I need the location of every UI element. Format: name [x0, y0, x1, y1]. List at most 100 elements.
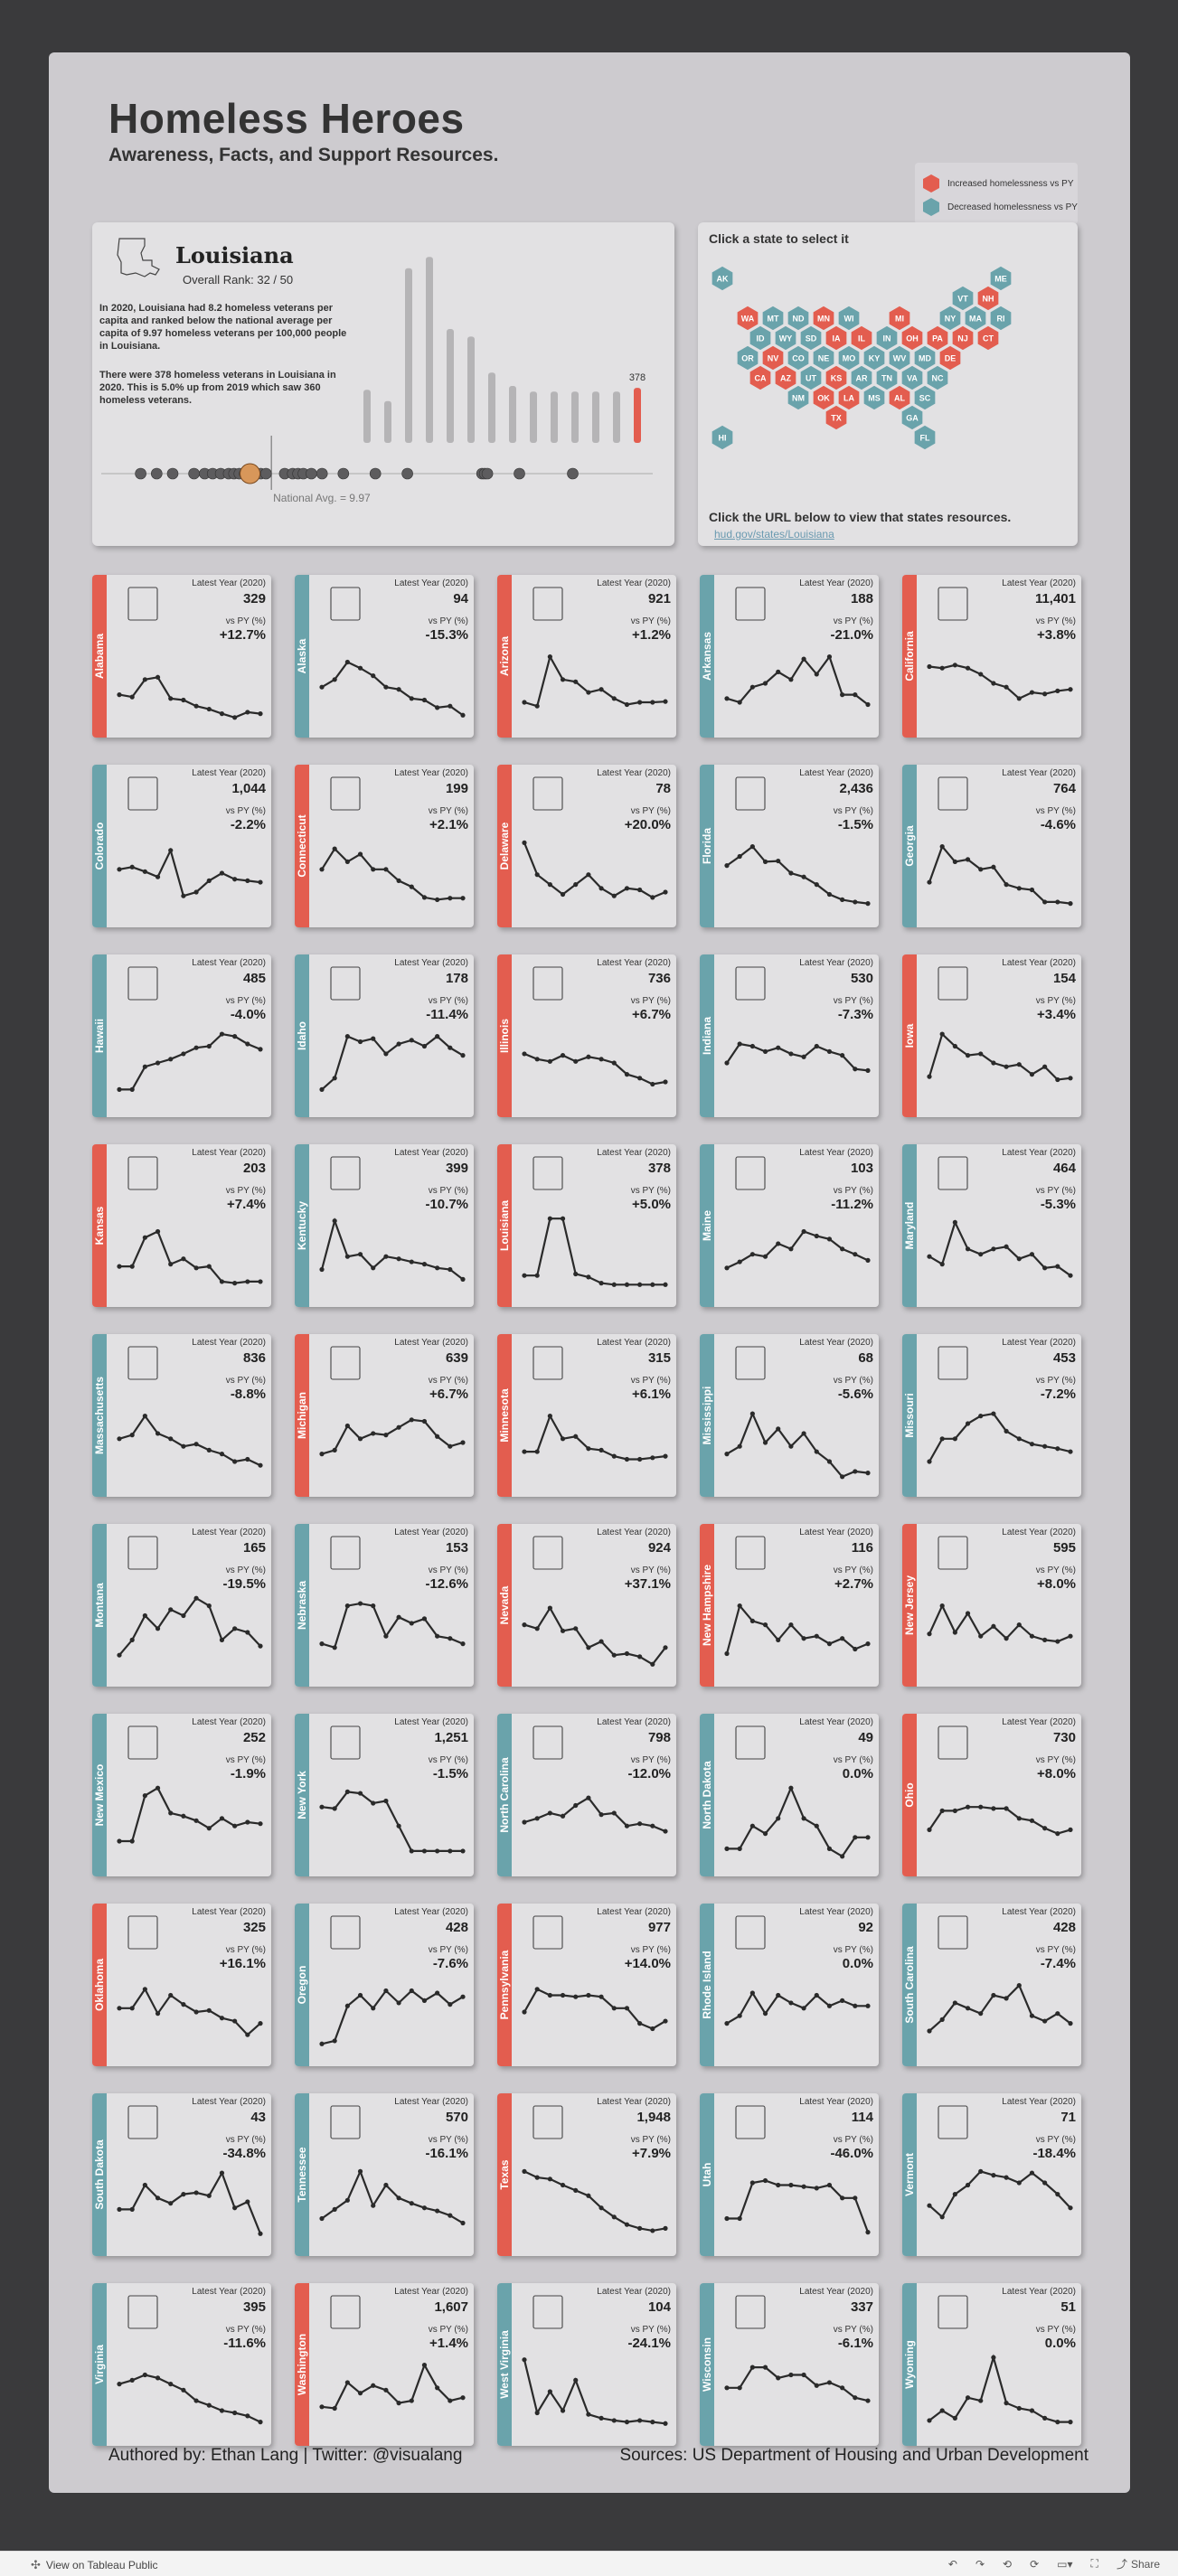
hex-state-wi[interactable]: WI: [837, 305, 861, 332]
revert-icon[interactable]: ⟲: [1003, 2558, 1012, 2571]
state-card-alabama[interactable]: Alabama Latest Year (2020) 329 vs PY (%) +12…: [92, 575, 271, 738]
state-card-massachusetts[interactable]: Massachusetts Latest Year (2020) 836 vs PY …: [92, 1334, 271, 1497]
state-rank-dot[interactable]: [337, 467, 350, 480]
hex-state-nm[interactable]: NM: [787, 384, 810, 411]
state-card-utah[interactable]: Utah Latest Year (2020) 114 vs PY (%) -46.0%: [700, 2093, 879, 2256]
state-card-minnesota[interactable]: Minnesota Latest Year (2020) 315 vs PY (%) +…: [497, 1334, 676, 1497]
redo-icon[interactable]: ↷: [975, 2558, 985, 2571]
hex-state-ky[interactable]: KY: [862, 344, 886, 371]
state-card-tennessee[interactable]: Tennessee Latest Year (2020) 570 vs PY (%) -…: [295, 2093, 474, 2256]
state-card-hawaii[interactable]: Hawaii Latest Year (2020) 485 vs PY (%) -4.0…: [92, 954, 271, 1117]
state-rank-dot[interactable]: [401, 467, 413, 480]
hex-state-va[interactable]: VA: [900, 364, 924, 391]
hex-state-sc[interactable]: SC: [913, 384, 937, 411]
state-card-north-dakota[interactable]: North Dakota Latest Year (2020) 49 vs PY (%…: [700, 1714, 879, 1876]
state-card-pennsylvania[interactable]: Pennsylvania Latest Year (2020) 977 vs PY (…: [497, 1904, 676, 2066]
state-card-california[interactable]: California Latest Year (2020) 11,401 vs PY …: [902, 575, 1081, 738]
state-card-alaska[interactable]: Alaska Latest Year (2020) 94 vs PY (%) -15.3…: [295, 575, 474, 738]
state-card-new-york[interactable]: New York Latest Year (2020) 1,251 vs PY (%)…: [295, 1714, 474, 1876]
state-rank-dot[interactable]: [188, 467, 200, 480]
hex-state-ma[interactable]: MA: [964, 305, 987, 332]
hex-state-nv[interactable]: NV: [761, 344, 785, 371]
state-card-new-jersey[interactable]: New Jersey Latest Year (2020) 595 vs PY (%)…: [902, 1524, 1081, 1687]
state-rank-dot[interactable]: [166, 467, 179, 480]
state-card-vermont[interactable]: Vermont Latest Year (2020) 71 vs PY (%) -18.…: [902, 2093, 1081, 2256]
state-card-maine[interactable]: Maine Latest Year (2020) 103 vs PY (%) -11.2…: [700, 1144, 879, 1307]
state-rank-dot[interactable]: [481, 467, 494, 480]
state-rank-dot[interactable]: [514, 467, 525, 480]
state-card-colorado[interactable]: Colorado Latest Year (2020) 1,044 vs PY (%)…: [92, 765, 271, 927]
hex-state-ct[interactable]: CT: [976, 324, 1000, 352]
hex-state-vt[interactable]: VT: [951, 285, 975, 312]
state-card-oklahoma[interactable]: Oklahoma Latest Year (2020) 325 vs PY (%) +1…: [92, 1904, 271, 2066]
device-preview-icon[interactable]: ▭▾: [1057, 2558, 1072, 2571]
state-card-indiana[interactable]: Indiana Latest Year (2020) 530 vs PY (%) -7.…: [700, 954, 879, 1117]
hex-state-az[interactable]: AZ: [774, 364, 797, 391]
hex-state-oh[interactable]: OH: [900, 324, 924, 352]
state-rank-dot[interactable]: [135, 467, 146, 480]
state-card-illinois[interactable]: Illinois Latest Year (2020) 736 vs PY (%) +6…: [497, 954, 676, 1117]
state-resources-link[interactable]: hud.gov/states/Louisiana: [714, 528, 834, 541]
hex-state-or[interactable]: OR: [736, 344, 759, 371]
hex-state-me[interactable]: ME: [989, 265, 1013, 292]
hex-state-mi[interactable]: MI: [888, 305, 911, 332]
state-card-mississippi[interactable]: Mississippi Latest Year (2020) 68 vs PY (%)…: [700, 1334, 879, 1497]
state-card-south-dakota[interactable]: South Dakota Latest Year (2020) 43 vs PY (%…: [92, 2093, 271, 2256]
state-card-louisiana[interactable]: Louisiana Latest Year (2020) 378 vs PY (%) +…: [497, 1144, 676, 1307]
state-card-texas[interactable]: Texas Latest Year (2020) 1,948 vs PY (%) +7.…: [497, 2093, 676, 2256]
state-card-arkansas[interactable]: Arkansas Latest Year (2020) 188 vs PY (%) -2…: [700, 575, 879, 738]
fullscreen-icon[interactable]: ⛶: [1091, 2557, 1098, 2571]
state-card-connecticut[interactable]: Connecticut Latest Year (2020) 199 vs PY (%…: [295, 765, 474, 927]
hex-state-ny[interactable]: NY: [938, 305, 962, 332]
state-card-south-carolina[interactable]: South Carolina Latest Year (2020) 428 vs PY…: [902, 1904, 1081, 2066]
hex-state-ar[interactable]: AR: [850, 364, 873, 391]
refresh-icon[interactable]: ⟳: [1030, 2558, 1039, 2571]
state-card-idaho[interactable]: Idaho Latest Year (2020) 178 vs PY (%) -11.4…: [295, 954, 474, 1117]
hex-state-ut[interactable]: UT: [799, 364, 823, 391]
hex-state-wa[interactable]: WA: [736, 305, 759, 332]
state-card-ohio[interactable]: Ohio Latest Year (2020) 730 vs PY (%) +8.0%: [902, 1714, 1081, 1876]
state-rank-dot[interactable]: [151, 467, 163, 480]
state-card-florida[interactable]: Florida Latest Year (2020) 2,436 vs PY (%) -…: [700, 765, 879, 927]
hex-state-ca[interactable]: CA: [749, 364, 772, 391]
hex-state-ne[interactable]: NE: [812, 344, 835, 371]
state-card-arizona[interactable]: Arizona Latest Year (2020) 921 vs PY (%) +1.…: [497, 575, 676, 738]
hex-state-mn[interactable]: MN: [812, 305, 835, 332]
state-card-michigan[interactable]: Michigan Latest Year (2020) 639 vs PY (%) +6…: [295, 1334, 474, 1497]
state-card-oregon[interactable]: Oregon Latest Year (2020) 428 vs PY (%) -7.6…: [295, 1904, 474, 2066]
hex-state-la[interactable]: LA: [837, 384, 861, 411]
state-card-kentucky[interactable]: Kentucky Latest Year (2020) 399 vs PY (%) -1…: [295, 1144, 474, 1307]
state-card-rhode-island[interactable]: Rhode Island Latest Year (2020) 92 vs PY (%…: [700, 1904, 879, 2066]
state-card-north-carolina[interactable]: North Carolina Latest Year (2020) 798 vs PY…: [497, 1714, 676, 1876]
hex-state-nd[interactable]: ND: [787, 305, 810, 332]
hex-state-mt[interactable]: MT: [761, 305, 785, 332]
state-card-wisconsin[interactable]: Wisconsin Latest Year (2020) 337 vs PY (%) -…: [700, 2283, 879, 2446]
hex-state-co[interactable]: CO: [787, 344, 810, 371]
state-card-nebraska[interactable]: Nebraska Latest Year (2020) 153 vs PY (%) -1…: [295, 1524, 474, 1687]
state-card-georgia[interactable]: Georgia Latest Year (2020) 764 vs PY (%) -4.…: [902, 765, 1081, 927]
state-card-west-virginia[interactable]: West Virginia Latest Year (2020) 104 vs PY …: [497, 2283, 676, 2446]
hex-state-ri[interactable]: RI: [989, 305, 1013, 332]
hex-state-ia[interactable]: IA: [825, 324, 848, 352]
state-card-maryland[interactable]: Maryland Latest Year (2020) 464 vs PY (%) -5…: [902, 1144, 1081, 1307]
hex-state-sd[interactable]: SD: [799, 324, 823, 352]
state-card-delaware[interactable]: Delaware Latest Year (2020) 78 vs PY (%) +20…: [497, 765, 676, 927]
hex-state-il[interactable]: IL: [850, 324, 873, 352]
hex-state-ks[interactable]: KS: [825, 364, 848, 391]
state-card-wyoming[interactable]: Wyoming Latest Year (2020) 51 vs PY (%) 0.0%: [902, 2283, 1081, 2446]
hex-state-nc[interactable]: NC: [926, 364, 949, 391]
hex-state-in[interactable]: IN: [875, 324, 899, 352]
hex-state-ok[interactable]: OK: [812, 384, 835, 411]
hex-state-tx[interactable]: TX: [825, 404, 848, 431]
hex-state-tn[interactable]: TN: [875, 364, 899, 391]
selected-state-dot[interactable]: [240, 463, 261, 484]
hex-state-md[interactable]: MD: [913, 344, 937, 371]
hex-state-ak[interactable]: AK: [711, 265, 734, 292]
state-card-washington[interactable]: Washington Latest Year (2020) 1,607 vs PY (…: [295, 2283, 474, 2446]
state-rank-dot[interactable]: [259, 467, 272, 480]
hex-state-mo[interactable]: MO: [837, 344, 861, 371]
share-button[interactable]: ⤴ Share: [1117, 2556, 1160, 2571]
view-on-tableau-link[interactable]: ✣ View on Tableau Public: [31, 2558, 158, 2572]
hex-state-pa[interactable]: PA: [926, 324, 949, 352]
state-card-montana[interactable]: Montana Latest Year (2020) 165 vs PY (%) -19…: [92, 1524, 271, 1687]
